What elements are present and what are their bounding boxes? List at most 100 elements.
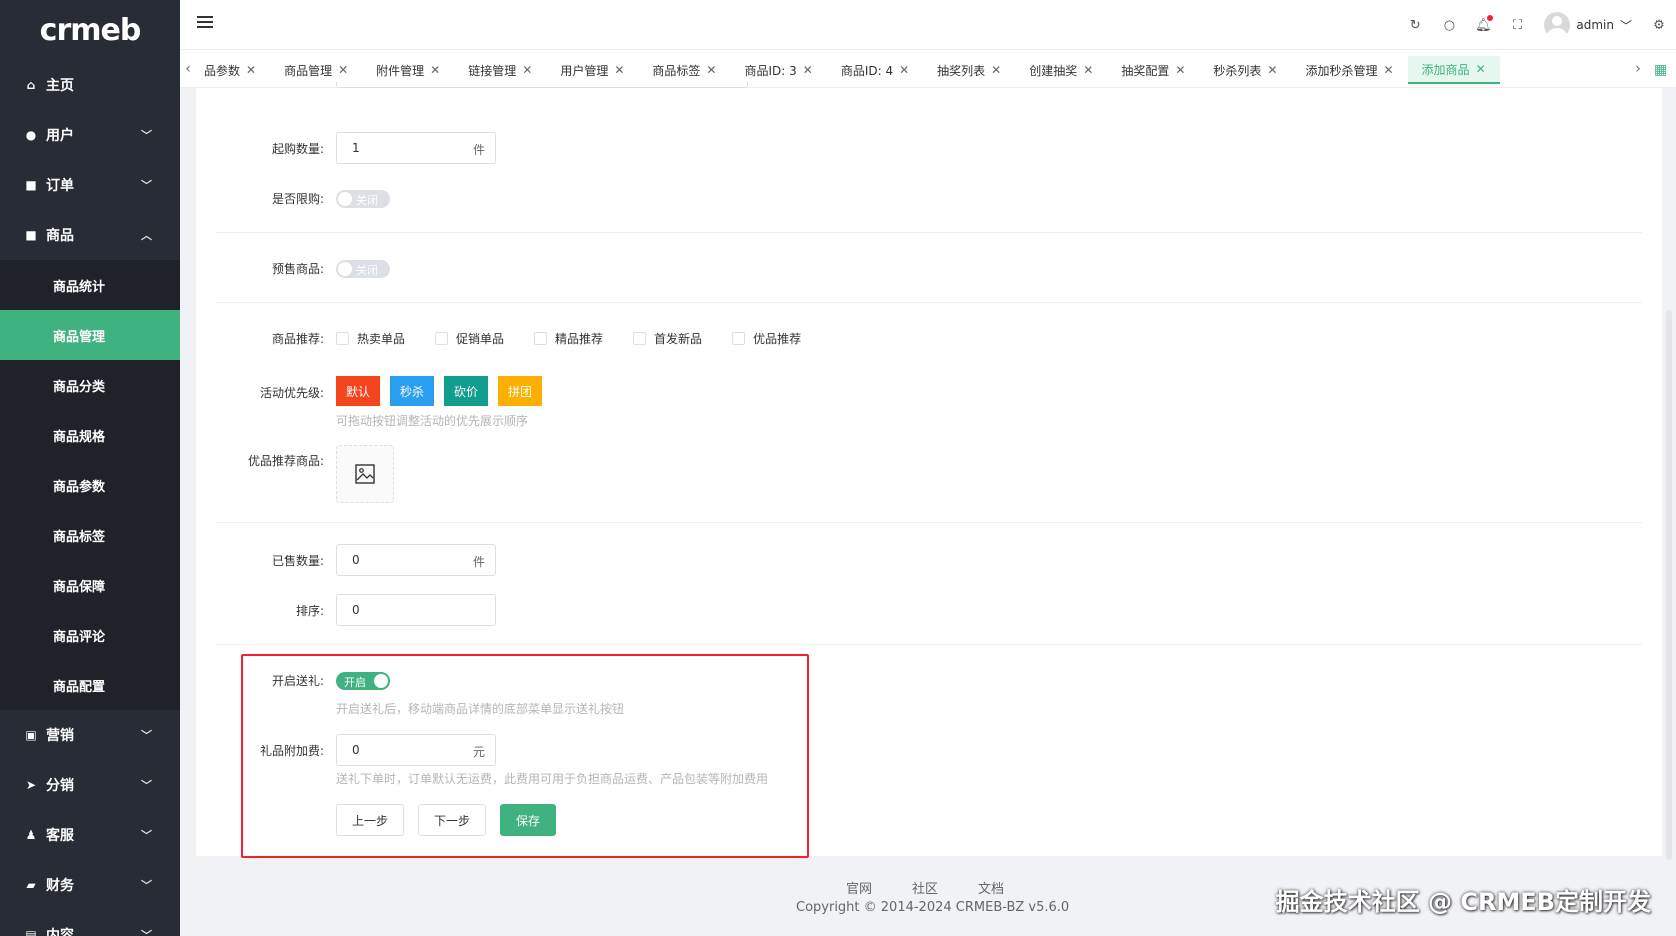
- priority-seckill-button[interactable]: 秒杀: [390, 376, 435, 406]
- close-icon[interactable]: ✕: [991, 63, 1001, 77]
- logo[interactable]: crmeb: [0, 0, 180, 60]
- menu-item-home[interactable]: ⌂ 主页: [0, 60, 180, 110]
- tab-item[interactable]: 抽奖配置 ✕: [1107, 56, 1199, 84]
- menu-item-service[interactable]: ♟ 客服 ﹀: [0, 810, 180, 860]
- recommend-option-featured[interactable]: 优品推荐: [732, 330, 801, 347]
- featured-upload[interactable]: [336, 445, 394, 503]
- limit-purchase-switch[interactable]: 关闭: [336, 190, 390, 208]
- submenu-item-reviews[interactable]: 商品评论: [0, 610, 180, 660]
- fullscreen-icon[interactable]: ⛶: [1510, 18, 1524, 33]
- tab-item[interactable]: 品参数 ✕: [190, 56, 270, 84]
- menu-toggle-icon[interactable]: [197, 16, 213, 30]
- recommend-option-best[interactable]: 精品推荐: [534, 330, 603, 347]
- priority-default-button[interactable]: 默认: [336, 376, 381, 406]
- recommend-option-promo[interactable]: 促销单品: [435, 330, 504, 347]
- next-step-button[interactable]: 下一步: [418, 804, 486, 836]
- menu-item-marketing[interactable]: ▣ 营销 ﹀: [0, 710, 180, 760]
- close-icon[interactable]: ✕: [1083, 63, 1093, 77]
- option-label: 热卖单品: [357, 332, 406, 346]
- close-icon[interactable]: ✕: [803, 63, 813, 77]
- checkbox[interactable]: [435, 332, 449, 345]
- priority-hint: 可拖动按钮调整活动的优先展示顺序: [336, 414, 529, 428]
- footer-link-official[interactable]: 官网: [846, 878, 872, 897]
- grid-icon[interactable]: ▦: [1654, 62, 1668, 78]
- submenu-item-manage[interactable]: 商品管理: [0, 310, 180, 360]
- tab-scroll-right-icon[interactable]: ›: [1630, 50, 1646, 87]
- prev-step-button[interactable]: 上一步: [336, 804, 404, 836]
- close-icon[interactable]: ✕: [1383, 63, 1393, 77]
- sort-input[interactable]: 0: [336, 594, 496, 626]
- user-menu[interactable]: admin ﹀: [1544, 12, 1632, 38]
- tab-item[interactable]: 商品ID: 3 ✕: [730, 56, 826, 84]
- search-icon[interactable]: ○: [1442, 18, 1456, 33]
- bell-icon[interactable]: 🔔︎: [1475, 15, 1494, 33]
- chevron-down-icon: ﹀: [141, 729, 152, 742]
- close-icon[interactable]: ✕: [338, 63, 348, 77]
- close-icon[interactable]: ✕: [614, 63, 624, 77]
- tab-item[interactable]: 商品管理 ✕: [270, 56, 362, 84]
- tab-item[interactable]: 创建抽奖 ✕: [1015, 56, 1107, 84]
- min-purchase-input[interactable]: 1 件: [336, 132, 496, 164]
- priority-group-button[interactable]: 拼团: [498, 376, 543, 406]
- submenu-item-category[interactable]: 商品分类: [0, 360, 180, 410]
- checkbox[interactable]: [732, 332, 746, 345]
- close-icon[interactable]: ✕: [522, 63, 532, 77]
- close-icon[interactable]: ✕: [430, 63, 440, 77]
- min-purchase-label: 起购数量:: [271, 142, 324, 156]
- priority-bargain-button[interactable]: 砍价: [444, 376, 489, 406]
- limit-purchase-label: 是否限购:: [271, 192, 324, 206]
- tab-item[interactable]: 商品标签 ✕: [638, 56, 730, 84]
- settings-icon[interactable]: ⚙: [1652, 18, 1666, 33]
- gift-fee-input[interactable]: 0 元: [336, 734, 496, 766]
- presale-switch[interactable]: 关闭: [336, 260, 390, 278]
- save-button[interactable]: 保存: [500, 804, 556, 836]
- submenu-item-guarantee[interactable]: 商品保障: [0, 560, 180, 610]
- tab-item[interactable]: 商品ID: 4 ✕: [827, 56, 923, 84]
- footer-link-community[interactable]: 社区: [912, 878, 938, 897]
- tab-item[interactable]: 秒杀列表 ✕: [1199, 56, 1291, 84]
- tab-item[interactable]: 附件管理 ✕: [362, 56, 454, 84]
- menu-item-order[interactable]: ■ 订单 ﹀: [0, 160, 180, 210]
- divider: [216, 522, 1642, 523]
- gift-switch[interactable]: 开启: [336, 672, 390, 690]
- submenu-item-stats[interactable]: 商品统计: [0, 260, 180, 310]
- chevron-down-icon: ﹀: [141, 179, 152, 192]
- tab-item[interactable]: 添加秒杀管理 ✕: [1291, 56, 1407, 84]
- tab-scroll-left-icon[interactable]: ‹: [180, 50, 196, 87]
- close-icon[interactable]: ✕: [706, 63, 716, 77]
- close-icon[interactable]: ✕: [899, 63, 909, 77]
- menu-item-finance[interactable]: ▰ 财务 ﹀: [0, 860, 180, 910]
- submenu-item-config[interactable]: 商品配置: [0, 660, 180, 710]
- submenu-item-spec[interactable]: 商品规格: [0, 410, 180, 460]
- menu-label: 分销: [46, 778, 74, 794]
- close-icon[interactable]: ✕: [1175, 63, 1185, 77]
- recommend-option-hot[interactable]: 热卖单品: [336, 330, 405, 347]
- menu-item-user[interactable]: ● 用户 ﹀: [0, 110, 180, 160]
- chevron-down-icon: ﹀: [1619, 18, 1632, 33]
- tab-label: 附件管理: [376, 63, 425, 78]
- input-value: 0: [352, 553, 360, 567]
- submenu-item-tags[interactable]: 商品标签: [0, 510, 180, 560]
- close-icon[interactable]: ✕: [1476, 62, 1486, 76]
- tab-label: 商品标签: [652, 63, 701, 78]
- recommend-option-new[interactable]: 首发新品: [633, 330, 702, 347]
- tab-item[interactable]: 用户管理 ✕: [546, 56, 638, 84]
- footer-link-docs[interactable]: 文档: [978, 878, 1004, 897]
- checkbox[interactable]: [534, 332, 548, 345]
- checkbox[interactable]: [336, 332, 349, 345]
- page-scrollbar[interactable]: [1666, 310, 1672, 860]
- close-icon[interactable]: ✕: [1267, 63, 1277, 77]
- menu-item-distribution[interactable]: ➤ 分销 ﹀: [0, 760, 180, 810]
- tab-item[interactable]: 链接管理 ✕: [454, 56, 546, 84]
- checkbox[interactable]: [633, 332, 647, 345]
- tab-item[interactable]: 抽奖列表 ✕: [923, 56, 1015, 84]
- refresh-icon[interactable]: ↻: [1408, 18, 1422, 33]
- username: admin: [1576, 18, 1614, 32]
- tab-label: 抽奖列表: [937, 63, 986, 78]
- sold-input[interactable]: 0 件: [336, 544, 496, 576]
- submenu-item-params[interactable]: 商品参数: [0, 460, 180, 510]
- menu-item-product[interactable]: ■ 商品 ︿: [0, 210, 180, 260]
- close-icon[interactable]: ✕: [246, 63, 256, 77]
- tab-item-active[interactable]: 添加商品 ✕: [1407, 56, 1500, 84]
- menu-item-content[interactable]: ▤ 内容 ﹀: [0, 910, 180, 936]
